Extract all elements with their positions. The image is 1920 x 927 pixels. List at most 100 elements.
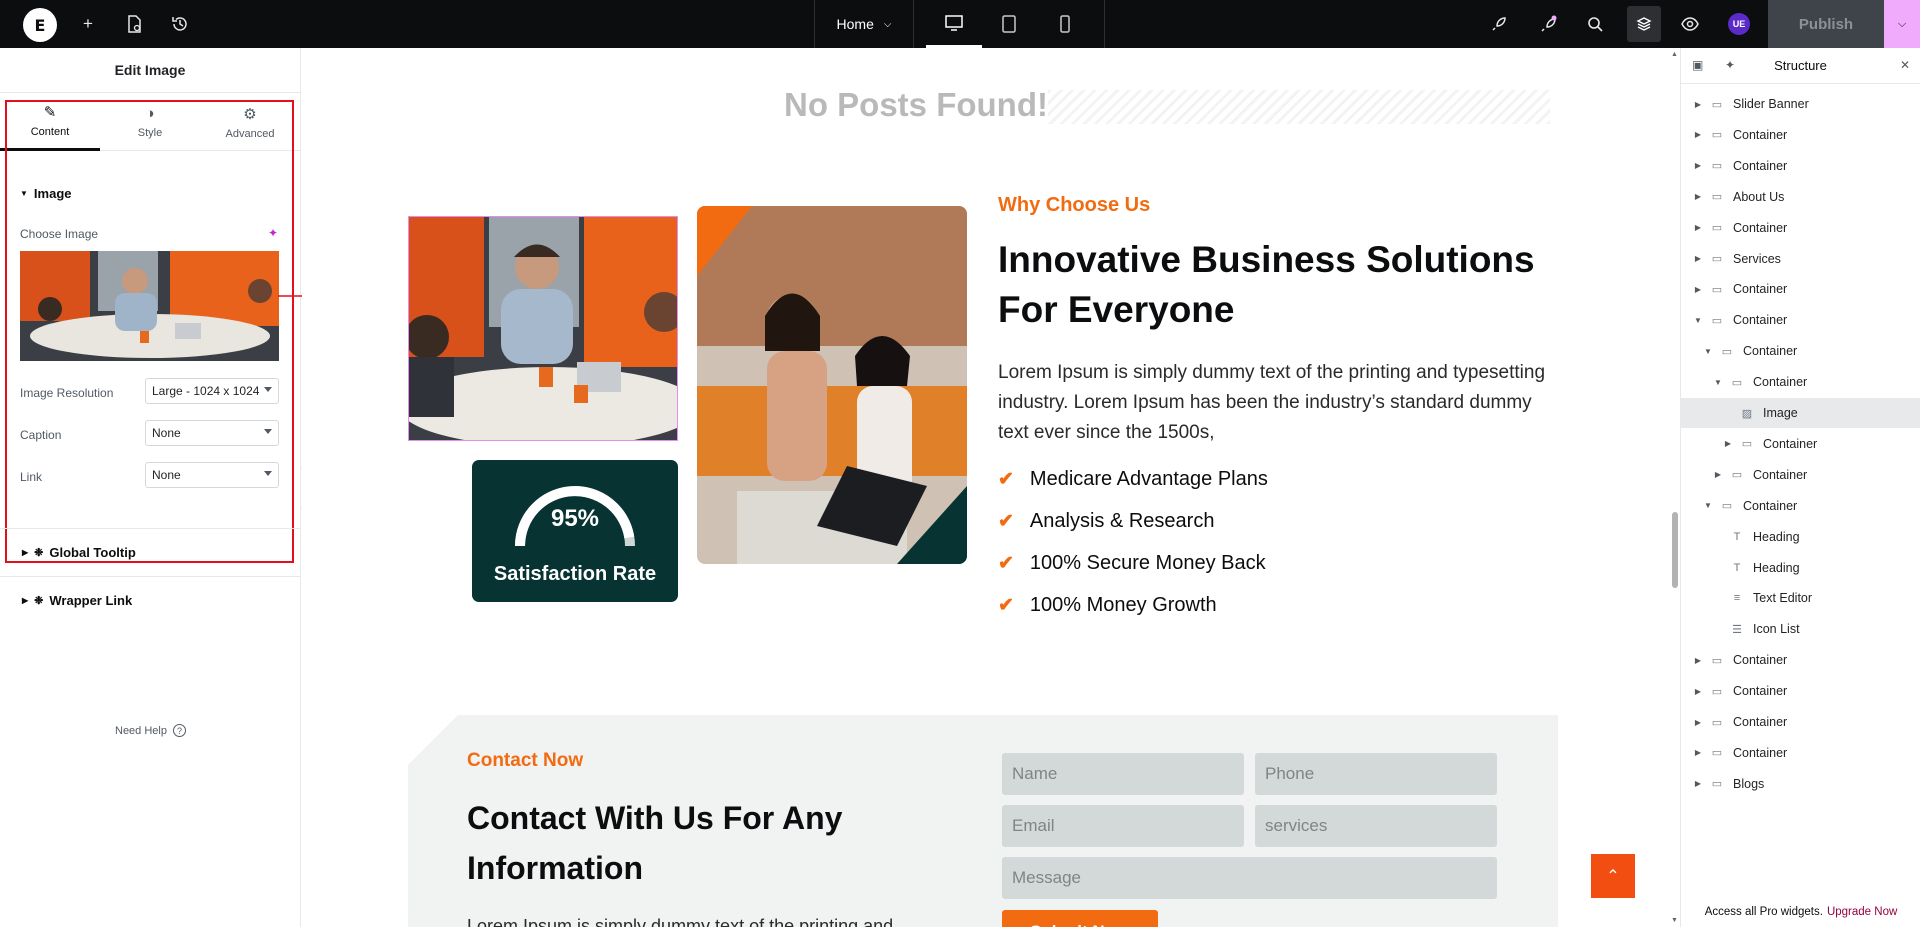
caption-label: Caption [20,428,62,442]
structure-item[interactable]: ▶ ▭ Container [1681,676,1920,706]
structure-item[interactable]: T Heading [1681,522,1920,552]
heading-icon: T [1733,530,1741,543]
scroll-down-arrow-icon[interactable]: ▼ [1671,917,1678,924]
tablet-icon[interactable] [981,0,1037,48]
caret-right-icon[interactable]: ▶ [1693,100,1703,109]
message-input[interactable]: Message [1002,857,1497,899]
structure-item[interactable]: ≡ Text Editor [1681,583,1920,613]
image-resolution-select[interactable]: Large - 1024 x 1024 [145,378,279,404]
caret-right-icon[interactable]: ▶ [1693,192,1703,201]
why-choose-kicker: Why Choose Us [998,194,1151,216]
structure-item[interactable]: ▶ ▭ Container [1681,738,1920,768]
help-circle-icon: ? [172,724,186,737]
structure-item[interactable]: ▼ ▭ Container [1681,305,1920,335]
structure-item[interactable]: ▶ ▭ Container [1681,120,1920,150]
preview-eye-icon[interactable] [1678,12,1702,36]
structure-item[interactable]: ▶ ▭ Container [1681,460,1920,490]
caret-right-icon[interactable]: ▶ [1693,161,1703,170]
caret-right-icon[interactable]: ▶ [1693,687,1703,696]
add-element-icon[interactable]: + [76,12,100,36]
structure-item[interactable]: ▶ ▭ Services [1681,244,1920,274]
structure-layers-icon[interactable] [1627,6,1661,42]
history-icon[interactable] [168,12,192,36]
scrollbar-thumb[interactable] [1672,512,1678,588]
image-resolution-label: Image Resolution [20,386,114,400]
upgrade-now-link[interactable]: Upgrade Now [1827,906,1897,918]
publish-options-chevron-icon[interactable]: ⌵ [1884,0,1920,48]
caret-down-icon[interactable]: ▼ [1703,347,1713,356]
rocket-icon[interactable] [1487,12,1511,36]
need-help-label: Need Help [115,724,167,737]
structure-item[interactable]: ▶ ▭ Container [1681,213,1920,243]
caret-right-icon[interactable]: ▶ [1693,130,1703,139]
page-selector[interactable]: Home ⌵ [814,0,914,48]
container-icon: ▭ [1711,222,1723,235]
caption-select[interactable]: None [145,420,279,446]
structure-item[interactable]: ▶ ▭ Container [1681,151,1920,181]
caret-right-icon[interactable]: ▶ [1693,779,1703,788]
structure-item[interactable]: ▶ ▭ Container [1681,274,1920,304]
link-select[interactable]: None [145,462,279,488]
section-global-tooltip[interactable]: ▶ ❉ Global Tooltip [22,545,136,560]
caret-down-icon[interactable]: ▼ [1703,501,1713,510]
search-icon[interactable] [1583,12,1607,36]
structure-item[interactable]: ▼ ▭ Container [1681,491,1920,521]
wrapper-link-label: Wrapper Link [49,593,133,608]
need-help-link[interactable]: Need Help ? [115,724,186,737]
structure-item[interactable]: ▶ ▭ Container [1681,645,1920,675]
section-wrapper-link[interactable]: ▶ ❉ Wrapper Link [22,593,132,608]
container-icon: ▭ [1711,98,1723,111]
scroll-up-arrow-icon[interactable]: ▲ [1671,51,1678,58]
elementor-logo-icon[interactable]: E [23,8,57,42]
check-icon: ✔ [998,553,1014,574]
structure-item[interactable]: T Heading [1681,553,1920,583]
structure-item[interactable]: ▼ ▭ Container [1681,336,1920,366]
ai-sparkle-icon[interactable]: ✦ [1725,58,1735,72]
publish-button[interactable]: Publish [1768,0,1884,48]
page-settings-icon[interactable] [122,12,146,36]
caret-right-icon[interactable]: ▶ [1693,656,1703,665]
feature-item: ✔ 100% Money Growth [998,594,1217,617]
container-icon: ▭ [1731,376,1743,389]
caret-right-icon[interactable]: ▶ [1693,285,1703,294]
section-image-label: Image [33,186,72,201]
close-icon[interactable]: ✕ [1900,58,1910,72]
canvas-scrollbar[interactable]: ▲ ▼ [1670,48,1680,927]
caret-right-icon[interactable]: ▶ [1713,470,1723,479]
phone-input[interactable]: Phone [1255,753,1497,795]
structure-item-label: About Us [1733,189,1785,204]
collapse-all-icon[interactable]: ▣ [1692,58,1703,72]
submit-button[interactable]: Submit Now [1002,910,1158,927]
structure-item[interactable]: ☰ Icon List [1681,614,1920,644]
mobile-icon[interactable] [1037,0,1093,48]
headline-line-1: Innovative Business Solutions [998,239,1535,280]
caret-right-icon[interactable]: ▶ [1693,254,1703,263]
contact-title: Contact With Us For Any Information [467,793,927,893]
services-input[interactable]: services [1255,805,1497,847]
caret-down-icon[interactable]: ▼ [1693,316,1703,325]
footer-text: Access all Pro widgets. [1704,906,1823,918]
caret-down-icon[interactable]: ▼ [1713,378,1723,387]
desktop-icon[interactable] [926,0,982,48]
section-image-toggle[interactable]: ▼ Image [20,186,72,201]
structure-item[interactable]: ▶ ▭ About Us [1681,182,1920,212]
notifications-icon[interactable] [1537,12,1561,36]
structure-item[interactable]: ▶ ▭ Blogs [1681,769,1920,799]
structure-item[interactable]: ▶ ▭ Container [1681,707,1920,737]
caret-right-icon[interactable]: ▶ [1693,718,1703,727]
image-thumbnail[interactable] [20,251,279,361]
structure-item[interactable]: ▶ ▭ Container [1681,429,1920,459]
caret-right-icon[interactable]: ▶ [1693,223,1703,232]
structure-item[interactable]: ▼ ▭ Container [1681,367,1920,397]
user-avatar[interactable]: UE [1728,13,1750,35]
caret-right-icon[interactable]: ▶ [1723,439,1733,448]
back-to-top-button[interactable]: ⌃ [1591,854,1635,898]
structure-item[interactable]: ▶ ▭ Slider Banner [1681,89,1920,119]
link-label: Link [20,470,43,484]
ai-sparkle-icon[interactable]: ✦ [268,226,278,240]
selected-image-widget[interactable] [399,216,699,447]
email-input[interactable]: Email [1002,805,1244,847]
name-input[interactable]: Name [1002,753,1244,795]
caret-right-icon[interactable]: ▶ [1693,748,1703,757]
structure-item[interactable]: ▨ Image [1681,398,1920,428]
